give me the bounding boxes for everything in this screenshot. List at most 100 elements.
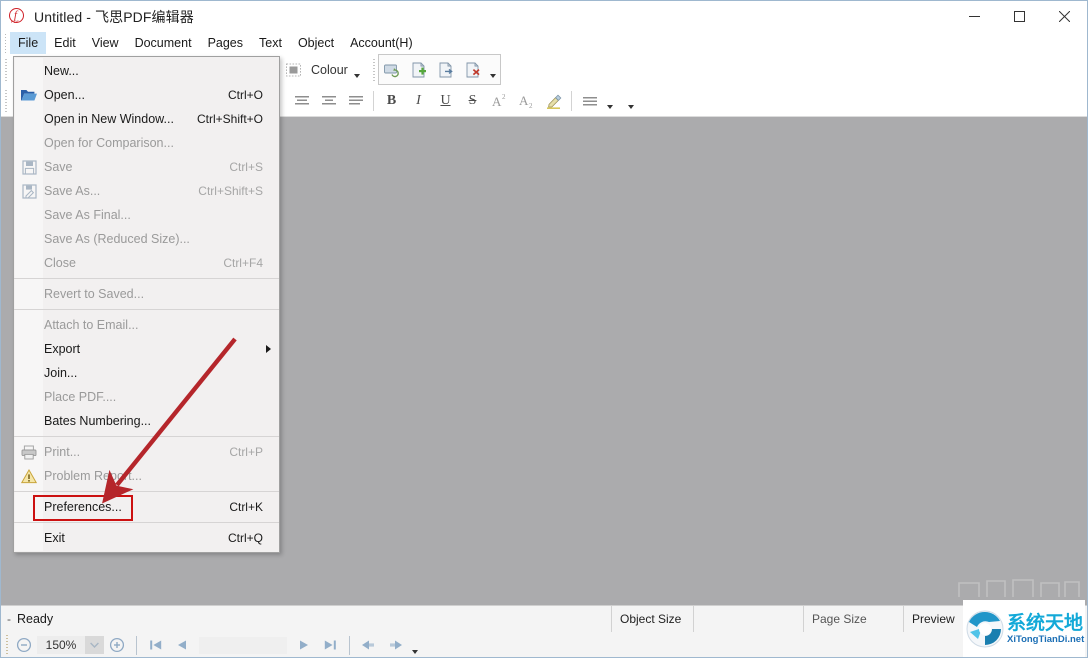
status-separator [136, 635, 137, 655]
folder-open-icon [14, 83, 44, 107]
menu-item-print: Print... Ctrl+P [14, 440, 279, 464]
menu-item-accel: Ctrl+Q [227, 531, 263, 545]
italic-button[interactable]: I [405, 87, 432, 114]
last-page-button[interactable] [317, 633, 343, 657]
application-window: f PDF Untitled - 飞思PDF编辑器 File Edit View… [0, 0, 1088, 658]
menu-item-label: Join... [44, 366, 78, 380]
subscript-button[interactable]: A 2 [513, 87, 540, 114]
close-button[interactable] [1042, 1, 1087, 32]
preview-cell: Preview [903, 606, 965, 632]
printer-icon [14, 440, 44, 464]
menu-item-open[interactable]: Open... Ctrl+O [14, 83, 279, 107]
menu-pages[interactable]: Pages [200, 32, 251, 54]
new-icon [14, 59, 44, 83]
toolbar-grip[interactable] [2, 56, 10, 83]
next-view-button[interactable] [382, 633, 408, 657]
menu-item-label: Save As Final... [44, 208, 131, 222]
menu-item-label: Save As (Reduced Size)... [44, 232, 190, 246]
menu-item-place-pdf: Place PDF.... [14, 385, 279, 409]
zoom-input[interactable]: 150% [37, 636, 85, 654]
page-number-input[interactable] [199, 636, 287, 654]
status-row-top: - Ready Object Size Page Size Preview [1, 606, 1087, 632]
strikethrough-button[interactable]: S [459, 87, 486, 114]
next-page-button[interactable] [291, 633, 317, 657]
menu-item-accel: Ctrl+O [227, 88, 263, 102]
svg-text:A: A [519, 93, 529, 108]
export-page-button[interactable] [433, 56, 460, 83]
menu-item-export[interactable]: Export [14, 337, 279, 361]
list-button[interactable] [576, 87, 603, 114]
menu-item-open-in-new-window[interactable]: Open in New Window... Ctrl+Shift+O [14, 107, 279, 131]
object-size-cell: Object Size [611, 606, 693, 632]
page-size-cell: Page Size [803, 606, 903, 632]
align-left-button[interactable] [288, 87, 315, 114]
submenu-arrow-icon [266, 345, 271, 353]
menu-separator [14, 491, 279, 492]
bold-button[interactable]: B [378, 87, 405, 114]
status-ready-text: Ready [17, 612, 54, 626]
menu-item-join[interactable]: Join... [14, 361, 279, 385]
statusbar-overflow-arrow[interactable] [408, 632, 421, 658]
align-justify-button[interactable] [342, 87, 369, 114]
toolbar-separator [373, 90, 374, 111]
menu-account[interactable]: Account(H) [342, 32, 421, 54]
first-page-button[interactable] [143, 633, 169, 657]
menubar-grip[interactable] [1, 32, 10, 54]
save-icon [14, 155, 44, 179]
ghost-watermark [958, 579, 1080, 597]
delete-page-button[interactable] [460, 56, 487, 83]
superscript-button[interactable]: A 2 [486, 87, 513, 114]
menu-separator [14, 522, 279, 523]
menu-text[interactable]: Text [251, 32, 290, 54]
menu-edit[interactable]: Edit [46, 32, 84, 54]
menu-item-new[interactable]: New... [14, 59, 279, 83]
menu-item-label: Print... [44, 445, 81, 459]
statusbar-grip[interactable] [3, 634, 11, 656]
menu-view[interactable]: View [84, 32, 127, 54]
menu-item-label: New... [44, 64, 79, 78]
warning-icon [14, 464, 44, 488]
zoom-dropdown-button[interactable] [85, 636, 104, 654]
menu-item-label: Save As... [44, 184, 101, 198]
colour-label: Colour [311, 62, 348, 77]
menu-item-label: Attach to Email... [44, 318, 139, 332]
menu-item-bates-numbering[interactable]: Bates Numbering... [14, 409, 279, 433]
colour-swatch-button[interactable] [280, 56, 307, 83]
colour-dropdown-arrow[interactable] [351, 56, 364, 83]
status-bar: - Ready Object Size Page Size Preview 15… [1, 605, 1087, 658]
menu-item-save-as: Save As... Ctrl+Shift+S [14, 179, 279, 203]
svg-text:2: 2 [529, 102, 533, 110]
file-menu-dropdown: New... Open... Ctrl+O Open in New Window… [13, 56, 280, 553]
toolbar-row2-overflow-arrow[interactable] [624, 87, 637, 114]
page-tools-overflow-arrow[interactable] [487, 56, 500, 83]
menu-file[interactable]: File [10, 32, 47, 54]
highlighter-button[interactable] [540, 87, 567, 114]
page-tools-group [377, 54, 501, 85]
menu-item-exit[interactable]: Exit Ctrl+Q [14, 526, 279, 550]
menu-item-attach-to-email: Attach to Email... [14, 313, 279, 337]
zoom-in-button[interactable] [104, 633, 130, 657]
menu-item-save-as-reduced-size: Save As (Reduced Size)... [14, 227, 279, 251]
maximize-button[interactable] [997, 1, 1042, 32]
minimize-button[interactable] [952, 1, 997, 32]
zoom-out-button[interactable] [11, 633, 37, 657]
menu-item-close: Close Ctrl+F4 [14, 251, 279, 275]
svg-text:A: A [492, 94, 502, 109]
menu-item-preferences[interactable]: Preferences... Ctrl+K [14, 495, 279, 519]
menu-separator [14, 309, 279, 310]
menu-item-accel: Ctrl+Shift+O [196, 112, 263, 126]
list-dropdown-arrow[interactable] [603, 87, 616, 114]
underline-button[interactable]: U [432, 87, 459, 114]
add-page-button[interactable] [406, 56, 433, 83]
align-center-button[interactable] [315, 87, 342, 114]
previous-view-button[interactable] [356, 633, 382, 657]
menu-document[interactable]: Document [127, 32, 200, 54]
menu-item-accel: Ctrl+F4 [223, 256, 263, 270]
menu-item-accel: Ctrl+K [229, 500, 263, 514]
menu-object[interactable]: Object [290, 32, 342, 54]
toolbar-grip-3[interactable] [2, 87, 10, 114]
menu-item-save: Save Ctrl+S [14, 155, 279, 179]
refresh-page-button[interactable] [379, 56, 406, 83]
toolbar-grip-2[interactable] [369, 56, 378, 83]
previous-page-button[interactable] [169, 633, 195, 657]
